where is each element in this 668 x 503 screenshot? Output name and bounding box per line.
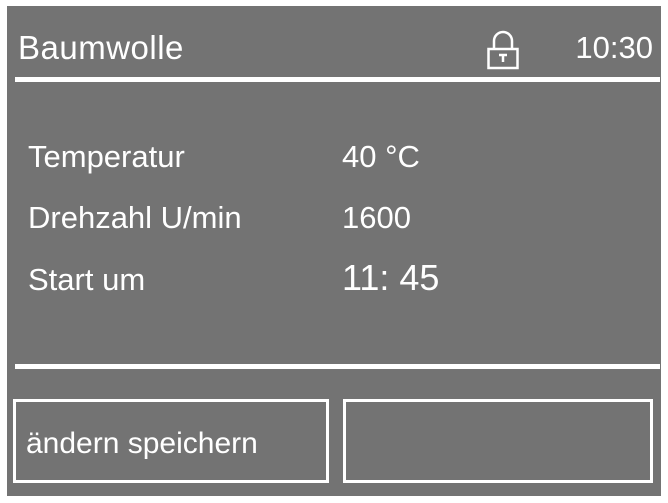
spin-speed-label: Drehzahl U/min — [28, 200, 242, 235]
start-time-value: 11: 45 — [342, 257, 440, 298]
change-save-label: ändern speichern — [26, 427, 258, 460]
clock-time: 10:30 — [575, 30, 653, 65]
right-softkey[interactable] — [343, 399, 653, 483]
temperature-label: Temperatur — [28, 139, 185, 174]
header-divider — [15, 77, 660, 82]
temperature-value: 40 °C — [342, 139, 420, 174]
spin-speed-value: 1600 — [342, 200, 411, 235]
change-save-softkey[interactable]: ändern speichern — [13, 399, 329, 483]
footer-divider — [15, 364, 660, 369]
lock-icon — [486, 28, 520, 70]
start-time-label: Start um — [28, 262, 146, 297]
display-screen: Baumwolle 10:30 Temperatur 40 °C Drehzah… — [7, 6, 661, 496]
program-title: Baumwolle — [18, 29, 184, 66]
